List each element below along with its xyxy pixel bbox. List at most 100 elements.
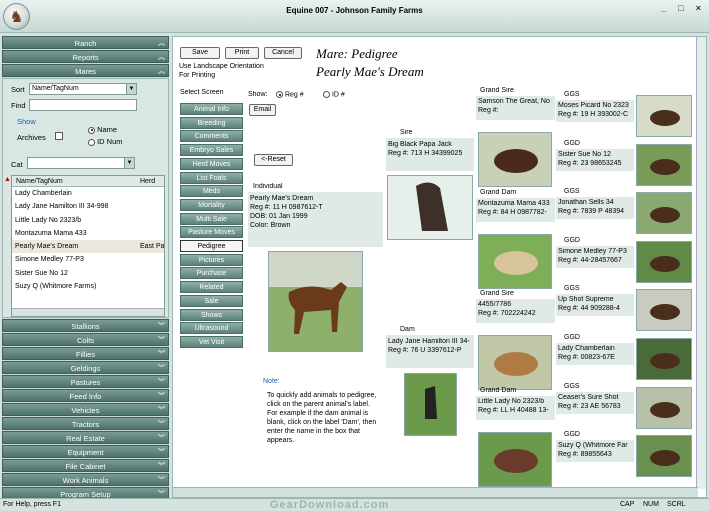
list-item[interactable]: Pearly Mae's Dream East Pa xyxy=(12,240,164,254)
great-photo[interactable] xyxy=(636,338,692,380)
maximize-icon[interactable]: □ xyxy=(678,3,683,13)
col-herd-header[interactable]: Herd xyxy=(140,176,155,187)
radio-name[interactable]: Name xyxy=(88,125,117,134)
individual-photo[interactable] xyxy=(268,251,363,352)
left-nav: Ranch ︽ Reports ︽ Mares ︽ Sort Name/TagNum … xyxy=(2,36,169,500)
nav-ranch[interactable]: Ranch ︽ xyxy=(2,36,169,49)
screen-button[interactable]: Animal Info xyxy=(180,103,243,115)
grand-label[interactable]: Grand Sire xyxy=(480,290,514,297)
sire-photo[interactable] xyxy=(387,175,473,240)
dam-photo[interactable] xyxy=(404,373,457,436)
sire-label[interactable]: Sire xyxy=(400,129,412,136)
dam-name: Lady Jane Hamilton III 34- xyxy=(388,338,470,345)
great-photo[interactable] xyxy=(636,192,692,235)
great-photo[interactable] xyxy=(636,143,692,186)
screen-button[interactable]: Purchase xyxy=(180,267,243,280)
individual-label[interactable]: Individual xyxy=(253,183,283,190)
archives-checkbox[interactable] xyxy=(55,132,63,142)
nav-equipment[interactable]: Equipment ︾ xyxy=(2,445,169,458)
nav-colts[interactable]: Colts ︾ xyxy=(2,333,169,346)
cancel-button[interactable]: Cancel xyxy=(264,47,302,59)
nav-pastures[interactable]: Pastures ︾ xyxy=(2,375,169,388)
list-item[interactable]: Little Lady No 2323/b xyxy=(12,214,164,227)
screen-button[interactable]: Pictures xyxy=(180,253,243,266)
screen-button[interactable]: Meds xyxy=(180,185,243,198)
show-link[interactable]: Show xyxy=(17,117,36,126)
nav-mares[interactable]: Mares ︽ xyxy=(2,64,169,77)
dam-label[interactable]: Dam xyxy=(400,326,415,333)
screen-button[interactable]: Herd Moves xyxy=(180,157,243,170)
list-item[interactable]: Montazuma Mama 433 xyxy=(12,227,164,240)
grand-label[interactable]: Grand Dam xyxy=(480,387,516,394)
great-label[interactable]: GGS xyxy=(564,383,580,390)
great-photo[interactable] xyxy=(636,289,692,332)
list-item[interactable]: Simone Medley 77-P3 xyxy=(12,253,164,266)
screen-button[interactable]: Sale xyxy=(180,294,243,307)
chevron-down-icon: ︾ xyxy=(158,323,165,330)
email-button[interactable]: Email xyxy=(249,104,276,116)
grand-photo[interactable] xyxy=(478,234,552,289)
screen-button[interactable]: Pasture Moves xyxy=(180,226,243,239)
nav-work-animals[interactable]: Work Animals ︾ xyxy=(2,473,169,486)
nav-feed-info[interactable]: Feed Info ︾ xyxy=(2,389,169,402)
screen-button[interactable]: Embryo Sales xyxy=(180,144,243,157)
nav-vehicles[interactable]: Vehicles ︾ xyxy=(2,403,169,416)
grand-label[interactable]: Grand Dam xyxy=(480,189,516,196)
nav-tractors[interactable]: Tractors ︾ xyxy=(2,417,169,430)
grand-photo[interactable] xyxy=(478,432,552,487)
great-photo[interactable] xyxy=(636,95,692,137)
radio-id[interactable]: ID Num xyxy=(88,137,123,146)
reset-button[interactable]: <-Reset xyxy=(254,154,293,166)
radio-off-icon xyxy=(323,91,330,98)
list-item[interactable]: Lady Jane Hamilton III 34-998 xyxy=(12,200,164,213)
great-label[interactable]: GGD xyxy=(564,140,580,147)
sort-select[interactable]: Name/TagNum ▼ xyxy=(29,83,137,95)
nav-fillies[interactable]: Fillies ︾ xyxy=(2,347,169,360)
great-label[interactable]: GGD xyxy=(564,237,580,244)
great-label[interactable]: GGS xyxy=(564,188,580,195)
screen-button[interactable]: Pedigree xyxy=(180,240,243,252)
screen-button[interactable]: Mortality xyxy=(180,198,243,211)
show-id-radio[interactable]: ID # xyxy=(323,91,345,98)
screen-button[interactable]: Vet Visit xyxy=(180,335,243,348)
grand-photo[interactable] xyxy=(478,335,552,390)
nav-geldings[interactable]: Geldings ︾ xyxy=(2,361,169,374)
cat-select[interactable]: ▼ xyxy=(27,157,135,169)
great-photo[interactable] xyxy=(636,386,692,429)
horizontal-scrollbar[interactable] xyxy=(173,487,698,497)
great-photo[interactable] xyxy=(636,240,692,283)
screen-button[interactable]: Comments xyxy=(180,130,243,143)
find-input[interactable] xyxy=(29,99,137,111)
vertical-scrollbar[interactable] xyxy=(696,37,706,489)
nav-file-cabinet[interactable]: File Cabinet ︾ xyxy=(2,459,169,472)
great-label[interactable]: GGS xyxy=(564,91,580,98)
screen-button[interactable]: List Foals xyxy=(180,171,243,184)
close-icon[interactable]: × xyxy=(696,3,701,13)
nav-real-estate[interactable]: Real Estate ︾ xyxy=(2,431,169,444)
save-button[interactable]: Save xyxy=(180,47,220,59)
screen-button[interactable]: Multi Sale xyxy=(180,212,243,225)
great-label[interactable]: GGD xyxy=(564,334,580,341)
screen-button[interactable]: Shows xyxy=(180,308,243,321)
great-label[interactable]: GGD xyxy=(564,431,580,438)
screen-button[interactable]: Ultrasound xyxy=(180,322,243,335)
grand-label[interactable]: Grand Sire xyxy=(480,87,514,94)
nav-stallions[interactable]: Stallions ︾ xyxy=(2,319,169,332)
great-photo[interactable] xyxy=(636,435,692,478)
list-item[interactable]: Sister Sue No 12 xyxy=(12,267,164,280)
nav-reports[interactable]: Reports ︽ xyxy=(2,50,169,63)
screen-button[interactable]: Breeding xyxy=(180,116,243,129)
list-scrollbar[interactable] xyxy=(12,308,164,316)
cat-label: Cat xyxy=(11,160,23,169)
show-reg-radio[interactable]: Reg # xyxy=(276,91,304,98)
col-name-header[interactable]: Name/TagNum xyxy=(16,176,63,187)
great-label[interactable]: GGS xyxy=(564,285,580,292)
screen-button[interactable]: Related xyxy=(180,281,243,294)
list-item[interactable]: Suzy Q (Whitmore Farms) xyxy=(12,280,164,293)
great-name: Suzy Q (Whitmore Far xyxy=(558,442,628,450)
minimize-icon[interactable]: _ xyxy=(661,3,666,13)
mares-list[interactable]: Name/TagNum Herd Lady Chamberlain Lady J… xyxy=(11,175,165,317)
grand-photo[interactable] xyxy=(478,132,552,187)
print-button[interactable]: Print xyxy=(225,47,259,59)
list-item[interactable]: Lady Chamberlain xyxy=(12,187,164,200)
